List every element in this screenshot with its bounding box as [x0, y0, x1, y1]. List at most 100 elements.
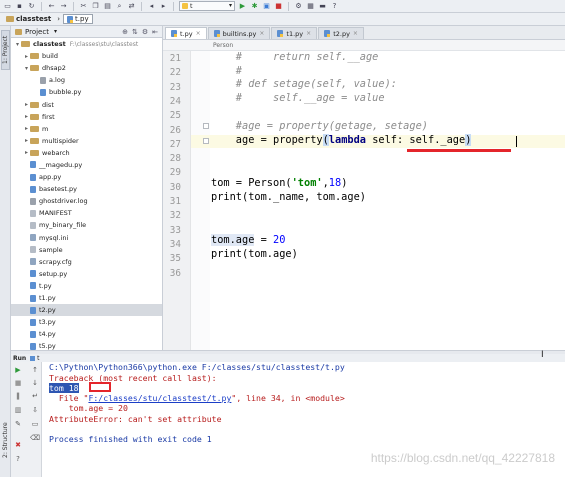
structure-icon[interactable]: ▦	[306, 2, 315, 11]
terminal-icon[interactable]: ▬	[318, 2, 327, 11]
paste-icon[interactable]: ▤	[103, 2, 112, 11]
coverage-icon[interactable]: ▣	[262, 2, 271, 11]
help-icon[interactable]: ?	[14, 455, 22, 463]
help-icon[interactable]: ?	[330, 2, 339, 11]
pause-icon[interactable]: ❚	[14, 392, 22, 400]
editor-tab[interactable]: builtins.py ×	[207, 27, 271, 39]
tree-item[interactable]: __magedu.py	[11, 159, 162, 171]
project-tool-tab[interactable]: 1: Project	[1, 30, 10, 70]
close-icon[interactable]: ×	[196, 30, 201, 37]
fold-marker-icon[interactable]	[203, 138, 209, 144]
chevron-down-icon[interactable]: ▾	[23, 65, 30, 72]
find-icon[interactable]: ⌕	[115, 2, 124, 11]
tree-item[interactable]: ▸ dist	[11, 98, 162, 110]
settings-icon[interactable]: ⚙	[294, 2, 303, 11]
tree-item[interactable]: t3.py	[11, 316, 162, 328]
close-icon[interactable]: ×	[306, 30, 311, 37]
save-icon[interactable]: ▪	[15, 2, 24, 11]
tree-item[interactable]: t.py	[11, 280, 162, 292]
tree-item[interactable]: mysql.ini	[11, 232, 162, 244]
tree-item[interactable]: app.py	[11, 171, 162, 183]
copy-icon[interactable]: ❐	[91, 2, 100, 11]
tree-item-label: webarch	[42, 148, 70, 157]
chevron-right-icon[interactable]: ▸	[23, 53, 30, 60]
tree-item[interactable]: scrapy.cfg	[11, 256, 162, 268]
debug-icon[interactable]: ✱	[250, 2, 259, 11]
line-number: 35	[169, 253, 181, 265]
print-icon[interactable]: ▭	[31, 420, 39, 428]
tree-item[interactable]: bubble.py	[11, 86, 162, 98]
tree-item[interactable]: my_binary_file	[11, 219, 162, 231]
stop-icon[interactable]: ■	[274, 2, 283, 11]
tree-item[interactable]: t2.py	[11, 304, 162, 317]
collapse-icon[interactable]: ⇅	[132, 28, 138, 36]
line-number: 24	[169, 95, 181, 107]
back-icon[interactable]: ←	[47, 2, 56, 11]
chevron-down-icon[interactable]: ▾	[54, 28, 57, 35]
open-icon[interactable]: ▭	[3, 2, 12, 11]
forward-icon[interactable]: →	[59, 2, 68, 11]
sync-icon[interactable]: ↻	[27, 2, 36, 11]
tree-item[interactable]: basetest.py	[11, 183, 162, 195]
pin-icon[interactable]: ✎	[14, 420, 22, 428]
tree-item[interactable]: setup.py	[11, 268, 162, 280]
tree-item[interactable]: t4.py	[11, 328, 162, 340]
cut-icon[interactable]: ✂	[79, 2, 88, 11]
clear-icon[interactable]: ⌫	[30, 434, 40, 442]
tree-item-label: setup.py	[39, 269, 68, 278]
chevron-down-icon[interactable]: ▾	[14, 41, 21, 48]
code-line-30: tom = Person('tom',18)	[211, 177, 347, 189]
chevron-right-icon[interactable]: ▸	[23, 137, 30, 144]
tree-item[interactable]: ▸ m	[11, 123, 162, 135]
editor-tab[interactable]: t2.py ×	[318, 27, 364, 39]
project-panel-title[interactable]: Project	[25, 28, 49, 36]
folder-icon	[30, 53, 39, 60]
run-config-dropdown[interactable]: t ▾	[179, 1, 235, 11]
chevron-right-icon[interactable]: ▸	[23, 125, 30, 132]
tree-item[interactable]: ▸ webarch	[11, 147, 162, 159]
hide-icon[interactable]: ⇤	[152, 28, 158, 36]
scroll-down-icon[interactable]: ↓	[31, 379, 39, 387]
back-nav-icon[interactable]: ◂	[147, 2, 156, 11]
stop-icon[interactable]: ■	[14, 379, 22, 387]
console-file-prefix: File "	[49, 393, 89, 403]
code-line-22: #	[211, 65, 242, 77]
target-icon[interactable]: ⊕	[122, 28, 128, 36]
tree-item[interactable]: t1.py	[11, 292, 162, 304]
tree-item[interactable]: ghostdriver.log	[11, 195, 162, 207]
tree-item[interactable]: t5.py	[11, 340, 162, 350]
structure-tool-tab[interactable]: 2: Structure	[1, 416, 10, 464]
tree-item[interactable]: a.log	[11, 74, 162, 86]
close-icon[interactable]: ✖	[14, 441, 22, 449]
close-icon[interactable]: ×	[353, 30, 358, 37]
tree-root[interactable]: ▾ classtest F:\classes\stu\classtest	[11, 38, 162, 50]
scroll-end-icon[interactable]: ⇩	[31, 406, 39, 414]
restore-layout-icon[interactable]: ▥	[14, 406, 22, 414]
run-icon[interactable]: ▶	[238, 2, 247, 11]
breadcrumb-project[interactable]: classtest	[3, 14, 54, 24]
run-tab-label[interactable]: t	[37, 355, 39, 362]
forward-nav-icon[interactable]: ▸	[159, 2, 168, 11]
chevron-right-icon[interactable]: ▸	[23, 149, 30, 156]
editor-crumb-label[interactable]: Person	[213, 42, 233, 49]
replace-icon[interactable]: ⇄	[127, 2, 136, 11]
python-file-icon	[213, 30, 220, 37]
fold-marker-icon[interactable]	[203, 123, 209, 129]
scroll-up-icon[interactable]: ↑	[31, 366, 39, 374]
close-icon[interactable]: ×	[259, 30, 264, 37]
tree-item[interactable]: sample	[11, 244, 162, 256]
editor-tab[interactable]: t.py ×	[165, 27, 207, 39]
tree-item[interactable]: ▾ dhsap2	[11, 62, 162, 74]
tree-item[interactable]: ▸ first	[11, 111, 162, 123]
chevron-right-icon[interactable]: ▸	[23, 101, 30, 108]
console-file-link[interactable]: F:/classes/stu/classtest/t.py	[88, 393, 231, 403]
tree-item[interactable]: ▸ build	[11, 50, 162, 62]
tree-item[interactable]: MANIFEST	[11, 207, 162, 219]
editor-tab[interactable]: t1.py ×	[271, 27, 318, 39]
gear-icon[interactable]: ⚙	[142, 28, 148, 36]
chevron-right-icon[interactable]: ▸	[23, 113, 30, 120]
breadcrumb-file[interactable]: t.py	[63, 14, 93, 24]
rerun-icon[interactable]: ▶	[14, 366, 22, 374]
soft-wrap-icon[interactable]: ↵	[31, 392, 39, 400]
tree-item[interactable]: ▸ multispider	[11, 135, 162, 147]
